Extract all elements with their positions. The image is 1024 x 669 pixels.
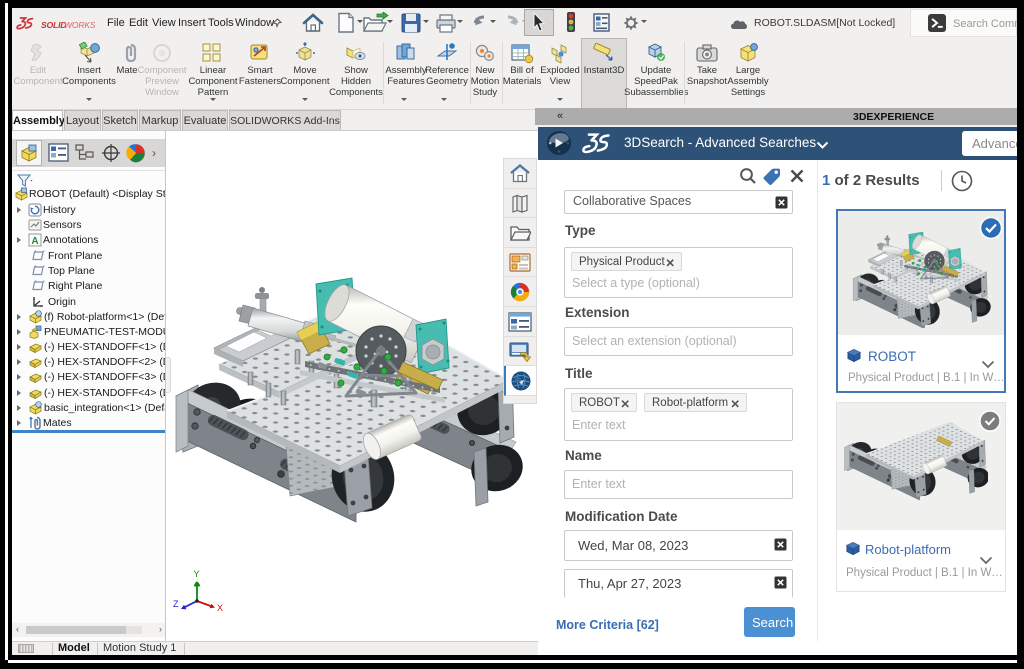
svg-text:WORKS: WORKS	[64, 20, 95, 30]
svg-text:Y: Y	[194, 569, 200, 579]
svg-text:X: X	[217, 603, 223, 613]
svg-text:SOLID: SOLID	[41, 20, 66, 30]
svg-text:A: A	[31, 236, 38, 247]
svg-text:Z: Z	[173, 599, 179, 609]
